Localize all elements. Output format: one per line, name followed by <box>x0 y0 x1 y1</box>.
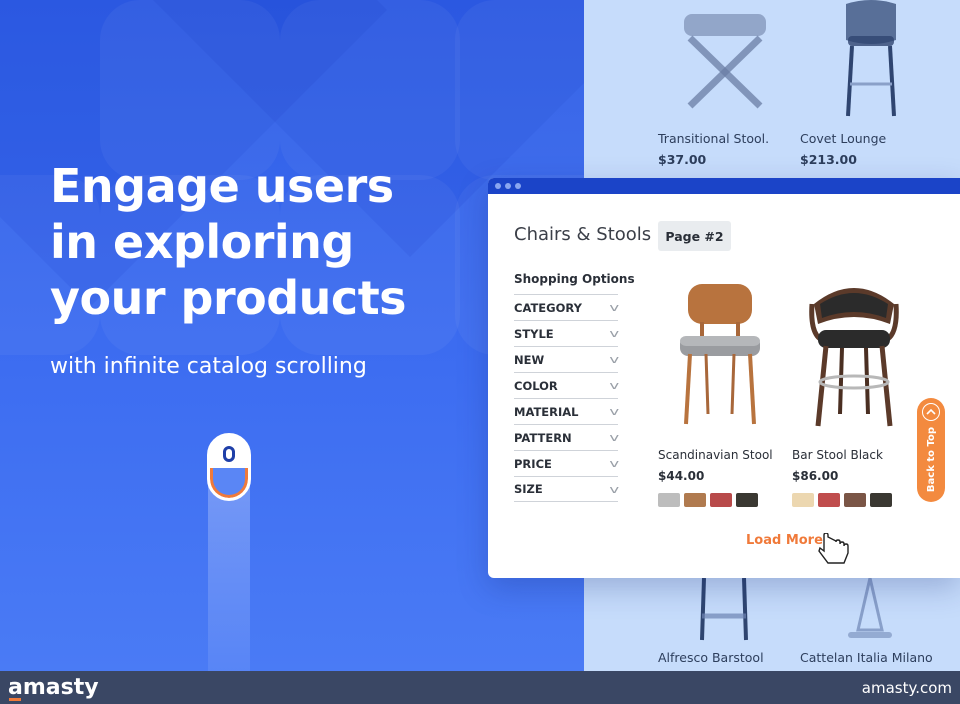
backdrop-product[interactable]: Covet Lounge $213.00 <box>800 131 930 167</box>
chevron-down-icon: v <box>609 301 620 314</box>
window-dot-icon[interactable] <box>515 183 521 189</box>
product-name[interactable]: Scandinavian Stool <box>658 448 782 462</box>
page-badge: Page #2 <box>658 221 731 251</box>
chevron-down-icon: v <box>609 482 620 496</box>
subline: with infinite catalog scrolling <box>50 354 367 379</box>
color-swatch[interactable] <box>736 493 758 507</box>
bg-shape <box>455 0 584 180</box>
filter-color[interactable]: COLOR v <box>514 372 620 398</box>
backdrop-product[interactable]: Transitional Stool. $37.00 <box>658 131 788 167</box>
bar-stool-black-image <box>809 288 899 427</box>
mouse-wheel-icon <box>223 446 235 462</box>
filter-label: CATEGORY <box>514 300 582 315</box>
product-price: $37.00 <box>658 152 707 167</box>
color-swatch[interactable] <box>658 493 680 507</box>
product-name: Alfresco Barstool <box>658 650 764 665</box>
headline: Engage users in exploring your products <box>50 158 470 326</box>
filter-label: MATERIAL <box>514 404 579 419</box>
product-image[interactable] <box>792 274 916 436</box>
transitional-stool-image <box>684 14 766 109</box>
color-swatches <box>658 493 782 507</box>
product-card[interactable]: Bar Stool Black $86.00 <box>792 274 916 507</box>
filter-label: PRICE <box>514 456 552 471</box>
filter-label: PATTERN <box>514 430 572 445</box>
product-price: $86.00 <box>792 469 839 483</box>
color-swatch[interactable] <box>684 493 706 507</box>
bg-shape <box>100 0 280 180</box>
color-swatch[interactable] <box>792 493 814 507</box>
chevron-up-icon <box>922 403 940 421</box>
filter-material[interactable]: MATERIAL v <box>514 398 620 424</box>
hand-cursor-icon <box>818 533 849 564</box>
window-dot-icon[interactable] <box>505 183 511 189</box>
product-name: Covet Lounge <box>800 131 887 146</box>
product-name: Transitional Stool. <box>658 131 770 146</box>
chevron-down-icon: v <box>609 353 620 366</box>
scandinavian-stool-image <box>680 284 760 425</box>
chevron-down-icon: v <box>609 405 620 418</box>
footer: amasty amasty.com <box>0 671 960 704</box>
product-image[interactable] <box>658 274 782 436</box>
chevron-down-icon: v <box>609 457 620 470</box>
chevron-down-icon: v <box>609 379 620 392</box>
chevron-down-icon: v <box>609 327 620 340</box>
headline-line: in exploring <box>50 215 354 269</box>
logo-accent <box>9 698 21 701</box>
bg-shape <box>280 0 460 180</box>
product-name: Cattelan Italia Milano <box>800 650 933 665</box>
backdrop-product[interactable]: Cattelan Italia Milano <box>800 650 950 665</box>
filter-category[interactable]: CATEGORY v <box>514 294 620 320</box>
amasty-logo[interactable]: amasty <box>8 675 99 700</box>
color-swatch[interactable] <box>844 493 866 507</box>
category-title: Chairs & Stools <box>514 224 652 245</box>
load-more-button[interactable]: Load More <box>746 533 823 548</box>
filter-label: NEW <box>514 352 545 367</box>
chevron-down-icon: v <box>609 431 620 444</box>
filter-label: SIZE <box>514 482 543 496</box>
mouse-scroll-icon <box>207 433 251 501</box>
back-to-top-label: Back to Top <box>925 427 937 493</box>
filter-label: COLOR <box>514 378 558 393</box>
headline-line: your products <box>50 271 407 325</box>
filter-size[interactable]: SIZE v <box>514 476 620 502</box>
filter-new[interactable]: NEW v <box>514 346 620 372</box>
product-card[interactable]: Scandinavian Stool $44.00 <box>658 274 782 507</box>
filter-style[interactable]: STYLE v <box>514 320 620 346</box>
filter-pattern[interactable]: PATTERN v <box>514 424 620 450</box>
filter-label: STYLE <box>514 326 554 341</box>
product-price: $44.00 <box>658 469 705 483</box>
color-swatch[interactable] <box>870 493 892 507</box>
product-price: $213.00 <box>800 152 857 167</box>
window-titlebar <box>488 178 960 194</box>
site-link[interactable]: amasty.com <box>862 679 952 697</box>
window-dot-icon[interactable] <box>495 183 501 189</box>
color-swatch[interactable] <box>818 493 840 507</box>
headline-line: Engage users <box>50 159 394 213</box>
cattelan-italia-image <box>848 578 892 638</box>
color-swatch[interactable] <box>710 493 732 507</box>
alfresco-barstool-image <box>700 578 748 641</box>
filter-list: CATEGORY v STYLE v NEW v COLOR v MATERIAL v P… <box>514 294 620 502</box>
color-swatches <box>792 493 916 507</box>
shopping-options-title: Shopping Options <box>514 272 635 286</box>
product-name[interactable]: Bar Stool Black <box>792 448 916 462</box>
filter-price[interactable]: PRICE v <box>514 450 620 476</box>
covet-lounge-image <box>846 0 896 117</box>
backdrop-product[interactable]: Alfresco Barstool <box>658 650 788 665</box>
catalog-window: Chairs & Stools Page #2 Shopping Options… <box>488 178 960 578</box>
mouse-lower-icon <box>210 468 248 498</box>
back-to-top-button[interactable]: Back to Top <box>917 398 945 502</box>
